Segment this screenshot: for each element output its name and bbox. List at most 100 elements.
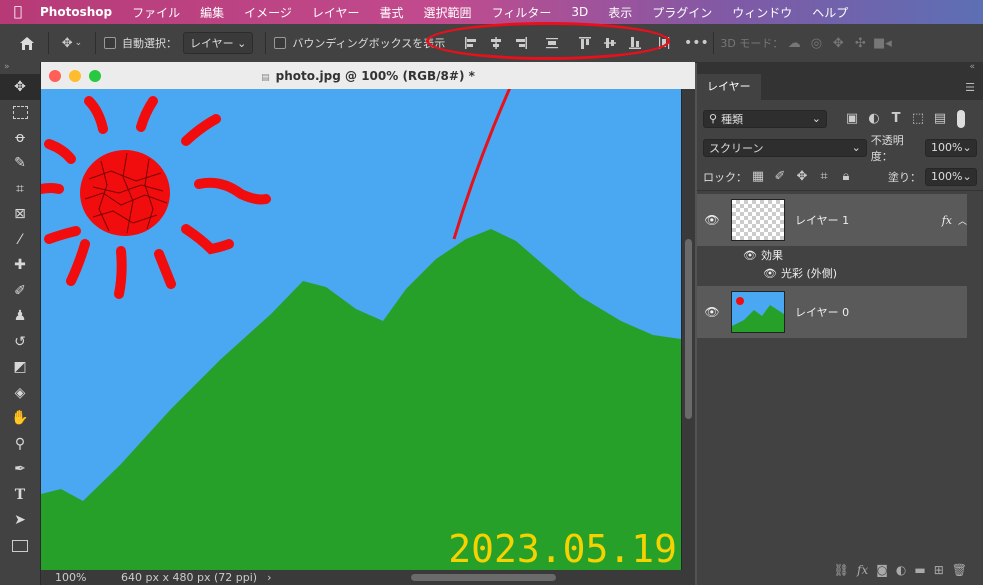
effects-row[interactable]: 👁︎ 効果 bbox=[697, 246, 967, 264]
lock-all-icon[interactable]: 🔒︎ bbox=[835, 166, 857, 188]
blend-mode-dropdown[interactable]: スクリーン ⌄ bbox=[703, 138, 867, 157]
lock-row: ロック： ▦ ✐ ✥ ⌗ 🔒︎ 塗り： 100% ⌄ bbox=[697, 162, 983, 191]
lock-transparent-icon[interactable]: ▦ bbox=[747, 166, 769, 188]
frame-tool-icon[interactable]: ⊠ bbox=[0, 202, 40, 228]
add-layer-style-icon[interactable]: fx bbox=[857, 563, 868, 577]
lock-image-icon[interactable]: ✐ bbox=[769, 166, 791, 188]
separator bbox=[265, 32, 267, 54]
fx-badge[interactable]: fx bbox=[942, 214, 952, 227]
lock-position-icon[interactable]: ✥ bbox=[791, 166, 813, 188]
blur-tool-icon[interactable]: ✋ bbox=[0, 406, 40, 432]
new-adjustment-layer-icon[interactable]: ◐ bbox=[896, 563, 906, 577]
crop-tool-icon[interactable]: ⌗ bbox=[0, 176, 40, 202]
menu-layer[interactable]: レイヤー bbox=[302, 4, 370, 21]
path-selection-tool-icon[interactable]: ➤ bbox=[0, 508, 40, 534]
layer-name[interactable]: レイヤー 1 bbox=[795, 212, 849, 228]
date-stamp: 2023.05.19 bbox=[448, 527, 677, 570]
filter-toggle[interactable] bbox=[957, 109, 965, 128]
eye-icon[interactable]: 👁︎ bbox=[697, 213, 727, 227]
link-layers-icon[interactable]: ⛓ bbox=[834, 563, 849, 577]
menu-select[interactable]: 選択範囲 bbox=[414, 4, 482, 21]
auto-select-checkbox[interactable] bbox=[104, 37, 116, 49]
paint-bucket-tool-icon[interactable]: ◈ bbox=[0, 380, 40, 406]
tools-panel: » ✥ ꝋ ✎ ⌗ ⊠ ⁄ ✚ ✐ ♟ ↺ ◩ ◈ ✋ ⚲ ✒ T ➤ bbox=[0, 62, 41, 585]
3d-mode-label: 3D モード： bbox=[720, 37, 784, 50]
eyedropper-tool-icon[interactable]: ⁄ bbox=[0, 227, 40, 253]
fill-label: 塗り： bbox=[888, 170, 921, 184]
move-tool-icon[interactable]: ✥ bbox=[0, 74, 40, 100]
3d-slide-icon: ✣ bbox=[854, 35, 866, 51]
filter-type-icon[interactable]: T bbox=[885, 108, 907, 130]
rectangle-tool-icon[interactable] bbox=[0, 533, 40, 559]
layer-row-0[interactable]: 👁︎ レイヤー 0 bbox=[697, 286, 967, 338]
menu-help[interactable]: ヘルプ bbox=[802, 4, 858, 21]
layer-row-1[interactable]: 👁︎ レイヤー 1 fx ︿ bbox=[697, 194, 967, 246]
tab-layers[interactable]: レイヤー bbox=[697, 74, 761, 100]
clone-stamp-tool-icon[interactable]: ♟ bbox=[0, 304, 40, 330]
layer-filter-dropdown[interactable]: ⚲ 種類 ⌄ bbox=[703, 109, 827, 128]
pen-tool-icon[interactable]: ✒ bbox=[0, 457, 40, 483]
type-tool-icon[interactable]: T bbox=[0, 482, 40, 508]
effect-item-row[interactable]: 👁︎ 光彩 (外側) bbox=[697, 264, 967, 282]
menu-type[interactable]: 書式 bbox=[370, 4, 414, 21]
eye-icon[interactable]: 👁︎ bbox=[763, 267, 777, 280]
horizontal-scroll-thumb[interactable] bbox=[411, 574, 556, 581]
panel-tab-bar: レイヤー ☰ bbox=[697, 74, 983, 100]
lasso-tool-icon[interactable]: ꝋ bbox=[0, 125, 40, 151]
filter-pixel-icon[interactable]: ▣ bbox=[841, 108, 863, 130]
apple-icon[interactable]:  bbox=[0, 4, 36, 20]
menu-file[interactable]: ファイル bbox=[122, 4, 190, 21]
brush-tool-icon[interactable]: ✐ bbox=[0, 278, 40, 304]
menu-filter[interactable]: フィルター bbox=[482, 4, 562, 21]
collapse-panel-icon[interactable]: « bbox=[697, 62, 983, 74]
opacity-field[interactable]: 100% ⌄ bbox=[925, 138, 977, 157]
menu-bar:  Photoshop ファイル 編集 イメージ レイヤー 書式 選択範囲 フィ… bbox=[0, 0, 983, 24]
new-layer-icon[interactable]: ⊞ bbox=[934, 563, 944, 577]
separator bbox=[713, 32, 715, 54]
menu-plugins[interactable]: プラグイン bbox=[642, 4, 722, 21]
collapse-toolbar-icon[interactable]: » bbox=[0, 62, 40, 74]
menu-view[interactable]: 表示 bbox=[598, 4, 642, 21]
filter-kind-value: 種類 bbox=[721, 112, 744, 126]
more-options-icon[interactable]: ••• bbox=[684, 32, 709, 54]
new-group-icon[interactable]: ▬ bbox=[914, 563, 925, 577]
eraser-tool-icon[interactable]: ◩ bbox=[0, 355, 40, 381]
add-mask-icon[interactable]: ◙ bbox=[876, 563, 888, 577]
layers-panel: « レイヤー ☰ ⚲ 種類 ⌄ ▣ ◐ T ⬚ ▤ スクリーン ⌄ 不透明度： … bbox=[697, 62, 983, 585]
history-brush-tool-icon[interactable]: ↺ bbox=[0, 329, 40, 355]
filter-adjustment-icon[interactable]: ◐ bbox=[863, 108, 885, 130]
app-menu[interactable]: Photoshop bbox=[36, 5, 122, 19]
chevron-up-icon[interactable]: ︿ bbox=[958, 214, 967, 227]
healing-brush-tool-icon[interactable]: ✚ bbox=[0, 253, 40, 279]
vertical-scrollbar[interactable] bbox=[682, 89, 695, 570]
image-canvas[interactable]: 2023.05.19 bbox=[41, 89, 681, 570]
document-title: ▤ photo.jpg @ 100% (RGB/8#) * bbox=[41, 69, 695, 83]
eye-icon[interactable]: 👁︎ bbox=[697, 305, 727, 319]
move-tool-preset-icon[interactable]: ✥ ⌄ bbox=[55, 32, 89, 54]
layer-thumbnail bbox=[731, 291, 785, 333]
filter-smart-object-icon[interactable]: ▤ bbox=[929, 108, 951, 130]
menu-3d[interactable]: 3D bbox=[561, 5, 598, 19]
menu-edit[interactable]: 編集 bbox=[190, 4, 234, 21]
fill-field[interactable]: 100% ⌄ bbox=[925, 167, 977, 186]
eye-icon[interactable]: 👁︎ bbox=[743, 249, 757, 262]
quick-select-tool-icon[interactable]: ✎ bbox=[0, 151, 40, 177]
filter-shape-icon[interactable]: ⬚ bbox=[907, 108, 929, 130]
document-title-text: photo.jpg @ 100% (RGB/8#) * bbox=[275, 68, 475, 83]
auto-select-value: レイヤー bbox=[190, 37, 234, 50]
home-icon[interactable] bbox=[12, 28, 42, 58]
marquee-tool-icon[interactable] bbox=[0, 100, 40, 126]
menu-window[interactable]: ウィンドウ bbox=[722, 4, 802, 21]
layer-name[interactable]: レイヤー 0 bbox=[795, 304, 849, 320]
auto-select-dropdown[interactable]: レイヤー ⌄ bbox=[183, 32, 254, 54]
panel-menu-icon[interactable]: ☰ bbox=[965, 81, 975, 94]
zoom-level[interactable]: 100% bbox=[41, 571, 115, 584]
menu-image[interactable]: イメージ bbox=[234, 4, 302, 21]
dodge-tool-icon[interactable]: ⚲ bbox=[0, 431, 40, 457]
delete-layer-icon[interactable]: 🗑︎ bbox=[952, 563, 967, 577]
lock-artboard-icon[interactable]: ⌗ bbox=[813, 166, 835, 188]
status-menu-icon[interactable]: › bbox=[267, 571, 271, 584]
vertical-scroll-thumb[interactable] bbox=[685, 239, 692, 419]
bounding-box-checkbox[interactable] bbox=[274, 37, 287, 49]
separator bbox=[95, 32, 96, 54]
